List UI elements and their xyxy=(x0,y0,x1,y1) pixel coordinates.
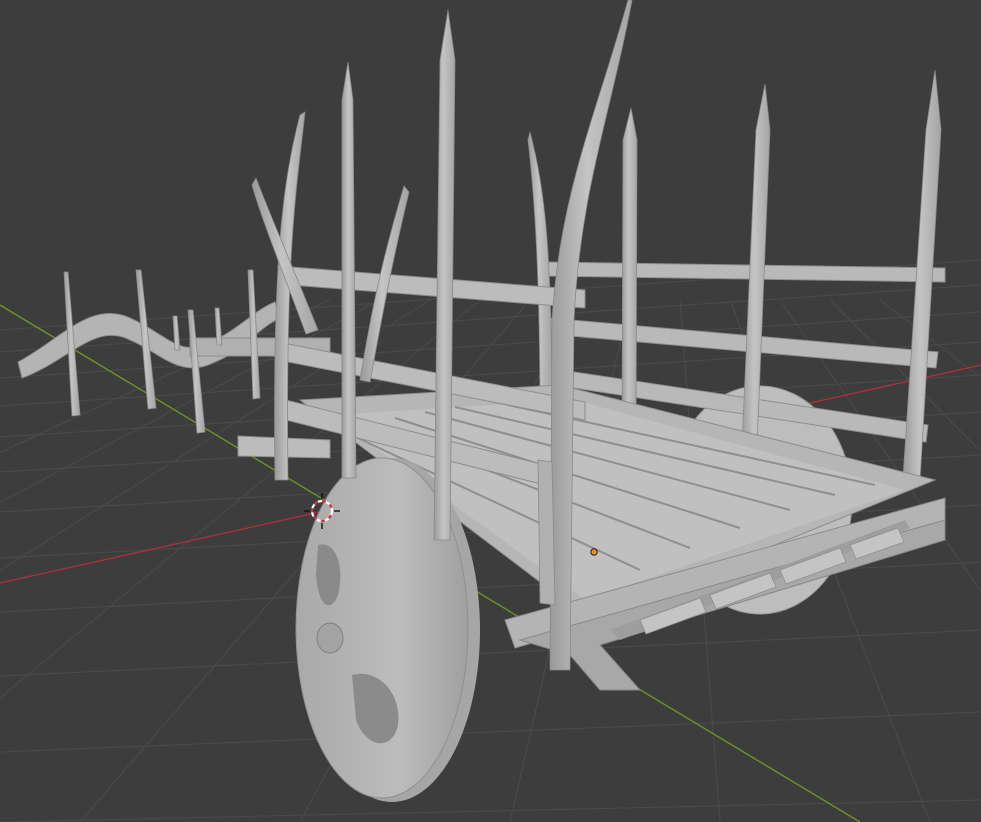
front-wheel[interactable] xyxy=(295,457,480,802)
object-origin-icon[interactable] xyxy=(590,548,598,556)
viewport-canvas[interactable] xyxy=(0,0,981,822)
front-corner-post xyxy=(537,459,556,606)
3d-viewport[interactable] xyxy=(0,0,981,822)
